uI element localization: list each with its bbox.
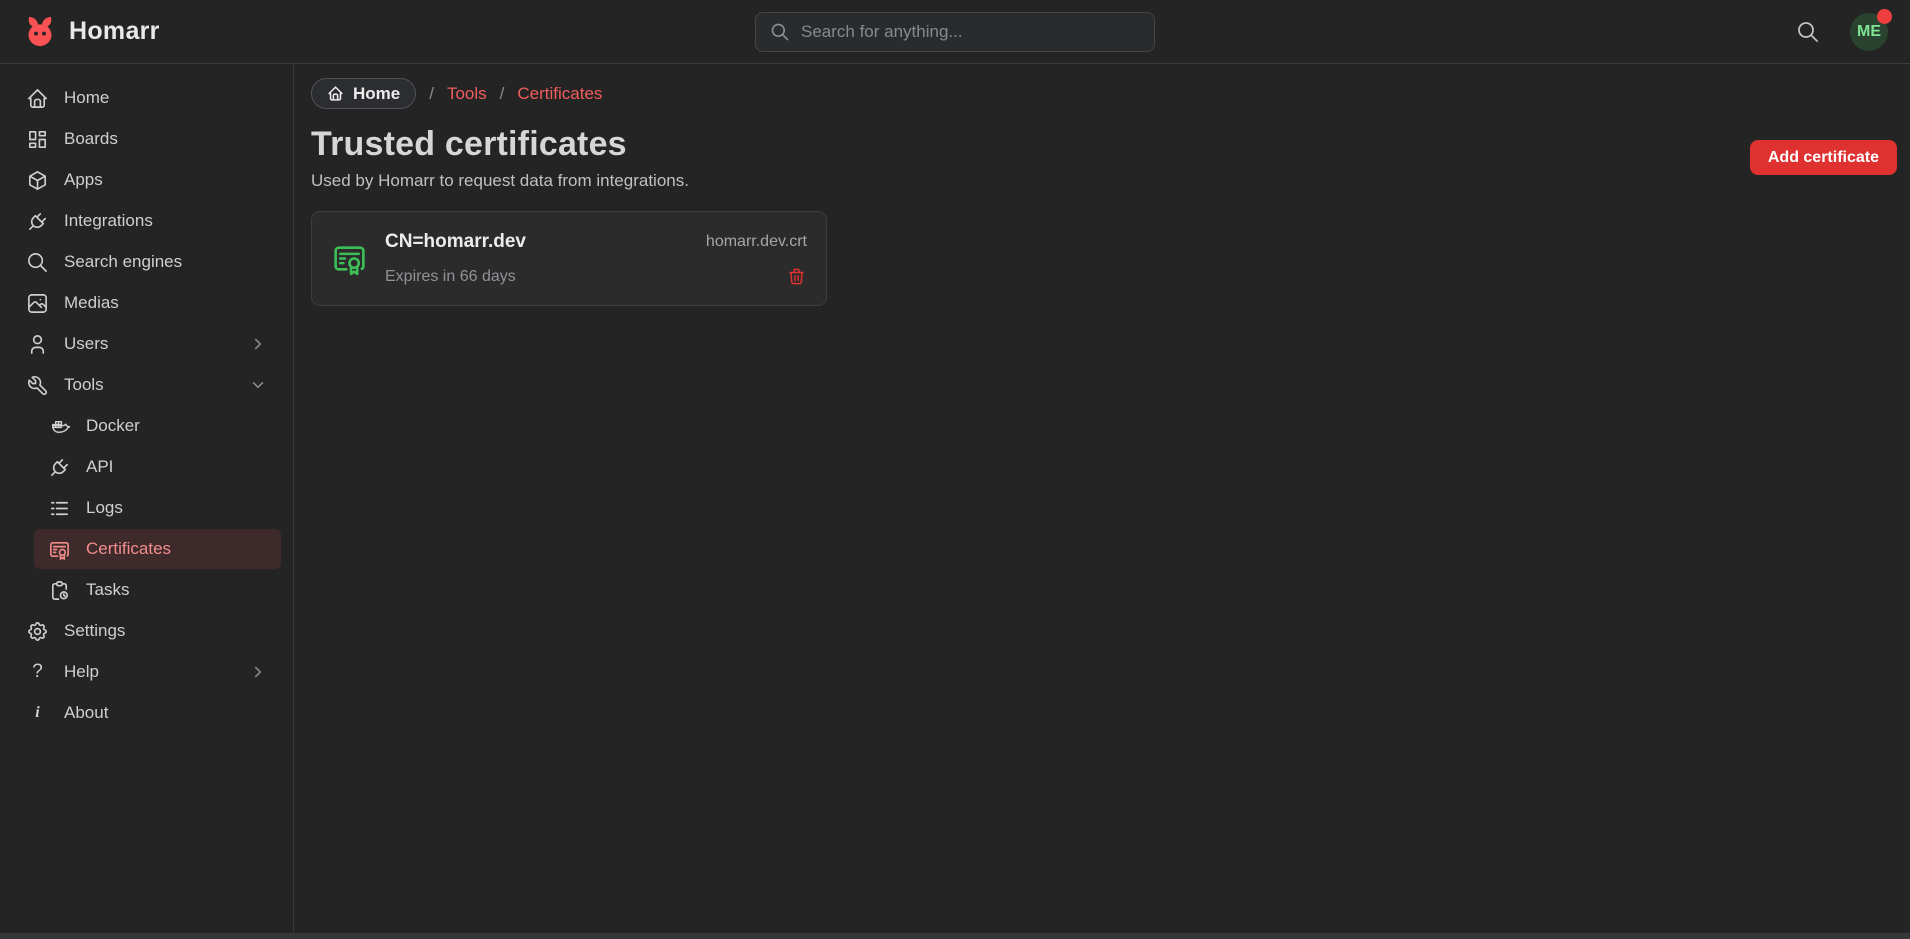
app-header: Homarr ME	[0, 0, 1910, 64]
home-icon	[26, 87, 49, 110]
list-icon	[48, 497, 71, 520]
sidebar-item-label: Medias	[64, 293, 119, 313]
breadcrumb-home[interactable]: Home	[311, 78, 416, 109]
plug-icon	[26, 210, 49, 233]
breadcrumb-separator: /	[500, 84, 505, 104]
sidebar-item-label: Certificates	[86, 539, 171, 559]
sidebar-item-logs[interactable]: Logs	[34, 488, 281, 528]
photo-icon	[26, 292, 49, 315]
sidebar-item-label: Users	[64, 334, 108, 354]
gear-icon	[26, 620, 49, 643]
clipboard-clock-icon	[48, 579, 71, 602]
sidebar-item-label: Docker	[86, 416, 140, 436]
certificate-common-name: CN=homarr.dev	[385, 231, 526, 253]
sidebar-item-about[interactable]: i About	[12, 693, 281, 733]
search-icon	[770, 22, 790, 42]
search-icon	[1796, 20, 1820, 44]
sidebar-item-settings[interactable]: Settings	[12, 611, 281, 651]
sidebar-item-docker[interactable]: Docker	[34, 406, 281, 446]
sidebar-item-certificates[interactable]: Certificates	[34, 529, 281, 569]
sidebar-item-api[interactable]: API	[34, 447, 281, 487]
sidebar-item-label: API	[86, 457, 113, 477]
breadcrumb-label: Home	[353, 84, 400, 104]
docker-icon	[48, 415, 71, 438]
sidebar-item-label: Integrations	[64, 211, 153, 231]
sidebar-item-home[interactable]: Home	[12, 78, 281, 118]
avatar-initials: ME	[1857, 23, 1881, 41]
plug-icon	[48, 456, 71, 479]
sidebar-item-label: Home	[64, 88, 109, 108]
home-icon	[327, 85, 344, 102]
homarr-logo-icon	[22, 14, 58, 50]
user-avatar[interactable]: ME	[1850, 13, 1888, 51]
certificate-file-name: homarr.dev.crt	[706, 233, 807, 251]
sidebar-item-label: Settings	[64, 621, 125, 641]
sidebar-item-search-engines[interactable]: Search engines	[12, 242, 281, 282]
breadcrumb-certificates[interactable]: Certificates	[517, 84, 602, 104]
sidebar-item-tools[interactable]: Tools	[12, 365, 281, 405]
breadcrumb: Home / Tools / Certificates	[311, 78, 1893, 109]
trash-icon	[787, 267, 806, 286]
sidebar-item-apps[interactable]: Apps	[12, 160, 281, 200]
delete-certificate-button[interactable]	[787, 267, 807, 287]
certificate-card: CN=homarr.dev homarr.dev.crt Expires in …	[311, 211, 827, 306]
header-search-button[interactable]	[1796, 19, 1822, 45]
main-content: Home / Tools / Certificates Trusted cert…	[294, 64, 1910, 939]
breadcrumb-separator: /	[429, 84, 434, 104]
page-title: Trusted certificates	[311, 125, 1893, 164]
certificate-icon	[48, 538, 71, 561]
search-icon	[26, 251, 49, 274]
sidebar-item-label: About	[64, 703, 108, 723]
sidebar-item-medias[interactable]: Medias	[12, 283, 281, 323]
info-icon: i	[26, 704, 49, 722]
tool-icon	[26, 374, 49, 397]
sidebar-item-label: Search engines	[64, 252, 182, 272]
sidebar-item-label: Tasks	[86, 580, 129, 600]
sidebar-item-label: Boards	[64, 129, 118, 149]
certificate-expiry: Expires in 66 days	[385, 268, 516, 286]
chevron-right-icon	[249, 335, 267, 353]
sidebar: Home Boards Apps Integrations Search eng…	[0, 64, 294, 939]
sidebar-item-boards[interactable]: Boards	[12, 119, 281, 159]
sidebar-item-users[interactable]: Users	[12, 324, 281, 364]
sidebar-item-help[interactable]: ? Help	[12, 652, 281, 692]
user-icon	[26, 333, 49, 356]
global-search[interactable]	[755, 12, 1155, 52]
page-subtitle: Used by Homarr to request data from inte…	[311, 171, 1893, 191]
sidebar-item-integrations[interactable]: Integrations	[12, 201, 281, 241]
search-input[interactable]	[801, 22, 1140, 42]
chevron-down-icon	[249, 376, 267, 394]
sidebar-item-label: Logs	[86, 498, 123, 518]
chevron-right-icon	[249, 663, 267, 681]
question-mark-icon: ?	[26, 661, 49, 683]
brand-title: Homarr	[69, 17, 160, 46]
apps-icon	[26, 169, 49, 192]
sidebar-item-label: Tools	[64, 375, 104, 395]
sidebar-item-tasks[interactable]: Tasks	[34, 570, 281, 610]
certificate-icon	[331, 240, 368, 277]
horizontal-scrollbar-track[interactable]	[0, 933, 1910, 939]
boards-icon	[26, 128, 49, 151]
sidebar-item-label: Apps	[64, 170, 103, 190]
notification-dot	[1877, 9, 1892, 24]
sidebar-item-label: Help	[64, 662, 99, 682]
breadcrumb-tools[interactable]: Tools	[447, 84, 487, 104]
add-certificate-button[interactable]: Add certificate	[1750, 140, 1897, 175]
brand[interactable]: Homarr	[22, 14, 160, 50]
